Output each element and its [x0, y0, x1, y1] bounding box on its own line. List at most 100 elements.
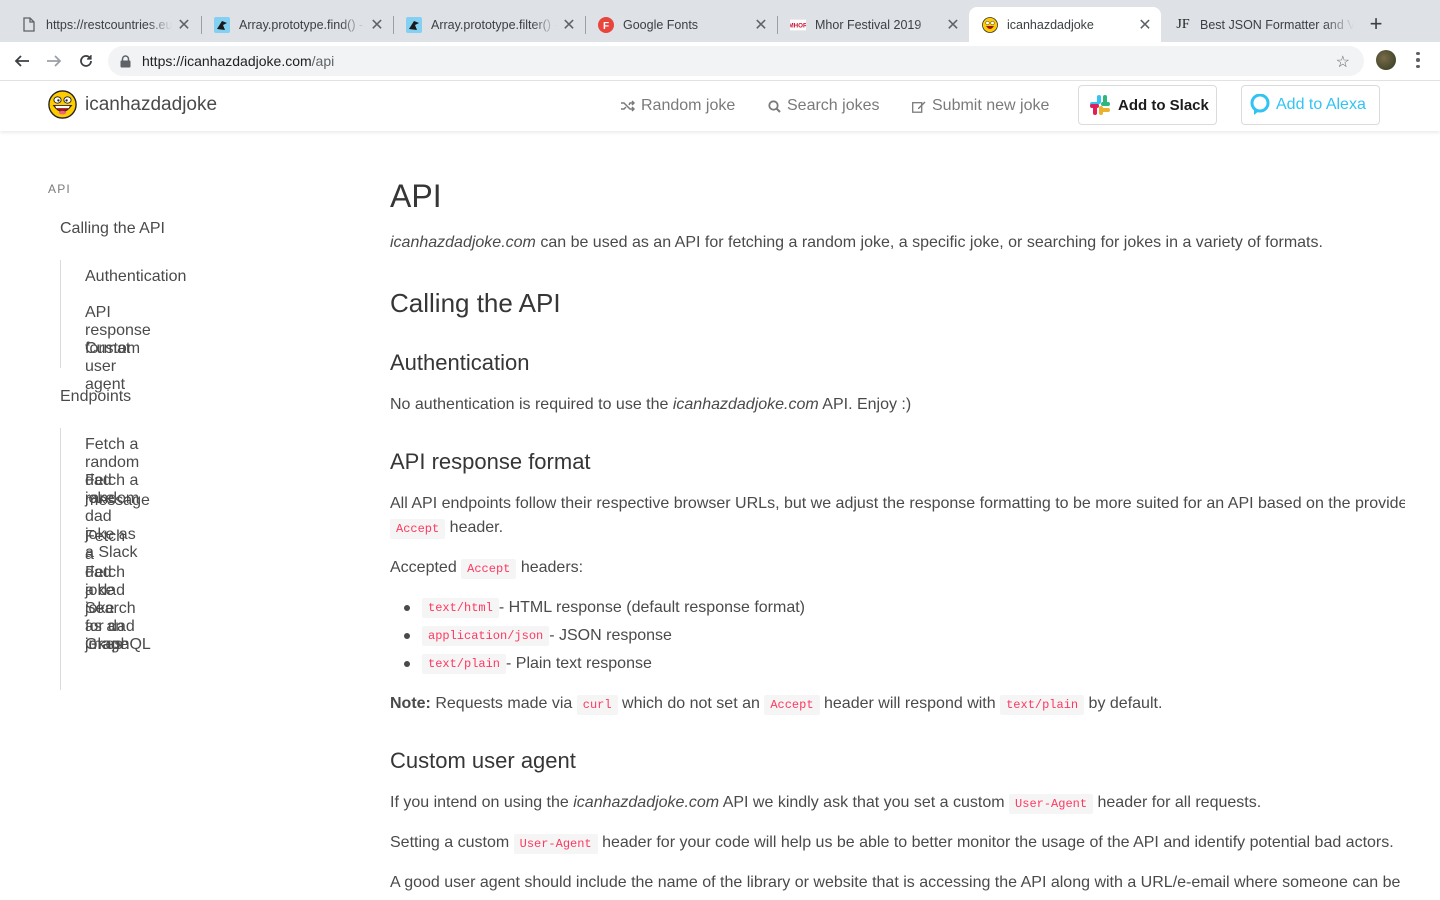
url-path: /api	[311, 53, 335, 69]
code-user-agent: User-Agent	[513, 834, 598, 854]
tab-icanhazdadjoke[interactable]: icanhazdadjoke ✕	[969, 7, 1161, 42]
ua-part: header for all requests.	[1093, 794, 1262, 811]
tab-restcountries[interactable]: https://restcountries.eu ✕	[8, 7, 200, 42]
intro-rest: can be used as an API for fetching a ran…	[535, 234, 1323, 251]
nav-submit-label: Submit new joke	[932, 97, 1050, 114]
tab-json-formatter[interactable]: JF Best JSON Formatter and V	[1162, 7, 1354, 42]
ua-part: If you intend on using the	[390, 794, 574, 811]
nav-random-label: Random joke	[641, 97, 736, 114]
tab-mhor-festival[interactable]: MHOR Mhor Festival 2019 ✕	[777, 7, 969, 42]
profile-avatar[interactable]	[1376, 50, 1396, 70]
alexa-icon	[1250, 94, 1270, 116]
user-agent-text-1: If you intend on using the icanhazdadjok…	[390, 794, 1262, 814]
code-accept: Accept	[461, 559, 517, 579]
code-curl: curl	[576, 695, 618, 715]
bookmark-star-icon[interactable]: ☆	[1336, 52, 1350, 72]
nav-submit-joke[interactable]: Submit new joke	[912, 97, 1049, 115]
jf-icon: JF	[1176, 16, 1190, 32]
google-fonts-icon: F	[598, 16, 614, 33]
accepted-headers-text: Accepted Accept headers:	[390, 559, 583, 579]
forward-button[interactable]	[41, 48, 67, 74]
tab-title: Array.prototype.find() - J	[239, 17, 365, 32]
close-icon[interactable]: ✕	[557, 15, 581, 35]
new-tab-button[interactable]: +	[1364, 10, 1388, 38]
lock-icon	[120, 54, 132, 68]
sidebar-item-authentication[interactable]: Authentication	[85, 268, 186, 286]
brand-link[interactable]: icanhazdadjoke	[48, 90, 217, 119]
code-application-json: application/json	[422, 626, 550, 646]
list-item-text: - JSON response	[549, 627, 672, 644]
tab-title: https://restcountries.eu	[46, 17, 172, 32]
back-button[interactable]	[9, 48, 35, 74]
address-bar[interactable]: https://icanhazdadjoke.com/api ☆	[108, 46, 1364, 76]
nav-random-joke[interactable]: Random joke	[621, 97, 735, 115]
tab-array-find[interactable]: Array.prototype.find() - J ✕	[201, 7, 393, 42]
list-item-text: - HTML response (default response format…	[498, 599, 806, 616]
browser-menu-button[interactable]	[1412, 50, 1424, 70]
format-text-line1: All API endpoints follow their respectiv…	[390, 495, 1405, 512]
note-part: which do not set an	[617, 695, 765, 712]
reload-icon	[80, 55, 92, 67]
arrow-right-icon	[47, 55, 62, 67]
tab-google-fonts[interactable]: F Google Fonts ✕	[585, 7, 777, 42]
close-icon[interactable]: ✕	[172, 15, 196, 35]
url-domain: https://icanhazdadjoke.com	[142, 53, 312, 69]
close-icon[interactable]: ✕	[1133, 15, 1157, 35]
nav-search-label: Search jokes	[787, 97, 880, 114]
code-accept: Accept	[390, 519, 446, 539]
auth-text: No authentication is required to use the…	[390, 396, 911, 414]
sidebar-item-endpoints[interactable]: Endpoints	[60, 388, 131, 406]
nav-search-jokes[interactable]: Search jokes	[768, 97, 880, 115]
add-to-alexa-button[interactable]: Add to Alexa	[1241, 85, 1380, 125]
sidebar-item-custom-user-agent[interactable]: Custom user agent	[85, 340, 140, 394]
arrow-left-icon	[14, 55, 29, 67]
tab-title: Array.prototype.filter() -	[431, 17, 557, 32]
format-text-line2: Accept header.	[390, 519, 504, 539]
site-name: icanhazdadjoke.com	[672, 396, 819, 413]
mdn-icon	[406, 16, 422, 33]
alexa-label: Add to Alexa	[1276, 96, 1366, 113]
code-accept: Accept	[764, 695, 820, 715]
note-part: Requests made via	[430, 695, 577, 712]
list-item: application/json - JSON response	[390, 622, 805, 650]
sidebar-item-calling-the-api[interactable]: Calling the API	[60, 220, 165, 238]
close-icon[interactable]: ✕	[941, 15, 965, 35]
mhor-icon: MHOR	[790, 17, 806, 33]
slack-icon	[1089, 94, 1111, 116]
svg-text:MHOR: MHOR	[790, 22, 806, 29]
sidebar-item-fetch-random-slack-cont[interactable]: message	[85, 492, 150, 510]
code-user-agent: User-Agent	[1009, 794, 1094, 814]
format-text-tail: header.	[445, 519, 504, 536]
accepted-pre: Accepted	[390, 559, 462, 576]
note-part: header will respond with	[819, 695, 1001, 712]
tab-array-filter[interactable]: Array.prototype.filter() - ✕	[393, 7, 585, 42]
page-title: API	[390, 178, 442, 214]
mdn-icon	[214, 16, 230, 33]
tab-title: icanhazdadjoke	[1007, 17, 1094, 32]
document-icon	[21, 17, 37, 33]
shuffle-icon	[621, 100, 635, 112]
auth-pre: No authentication is required to use the	[390, 396, 673, 413]
note-label: Note:	[390, 695, 431, 712]
browser-tab-strip: https://restcountries.eu ✕ Array.prototy…	[0, 0, 1440, 42]
slack-label-bold: Slack	[1169, 96, 1209, 114]
site-header: icanhazdadjoke Random joke Search jokes …	[0, 81, 1440, 131]
auth-post: API. Enjoy :)	[818, 396, 912, 413]
code-text-html: text/html	[422, 598, 499, 618]
note-text: Note: Requests made via curl which do no…	[390, 695, 1163, 715]
user-agent-text-3: A good user agent should include the nam…	[390, 874, 1405, 891]
laughing-face-icon	[48, 90, 77, 119]
list-item-text: - Plain text response	[506, 655, 652, 672]
intro-text: icanhazdadjoke.com can be used as an API…	[390, 234, 1323, 252]
sidebar-label: API	[48, 182, 71, 196]
add-to-slack-button[interactable]: Add to Slack	[1078, 85, 1217, 125]
ua-part: API we kindly ask that you set a custom	[719, 794, 1010, 811]
sidebar-sublist-endpoints: Fetch a random dad joke Fetch a random d…	[60, 428, 151, 690]
note-part: by default.	[1084, 695, 1163, 712]
tab-title: Best JSON Formatter and V	[1200, 17, 1354, 32]
sidebar-item-graphql[interactable]: GraphQL	[85, 636, 151, 654]
reload-button[interactable]	[73, 48, 99, 74]
brand-name: icanhazdadjoke	[85, 93, 218, 115]
close-icon[interactable]: ✕	[749, 15, 773, 35]
close-icon[interactable]: ✕	[365, 15, 389, 35]
